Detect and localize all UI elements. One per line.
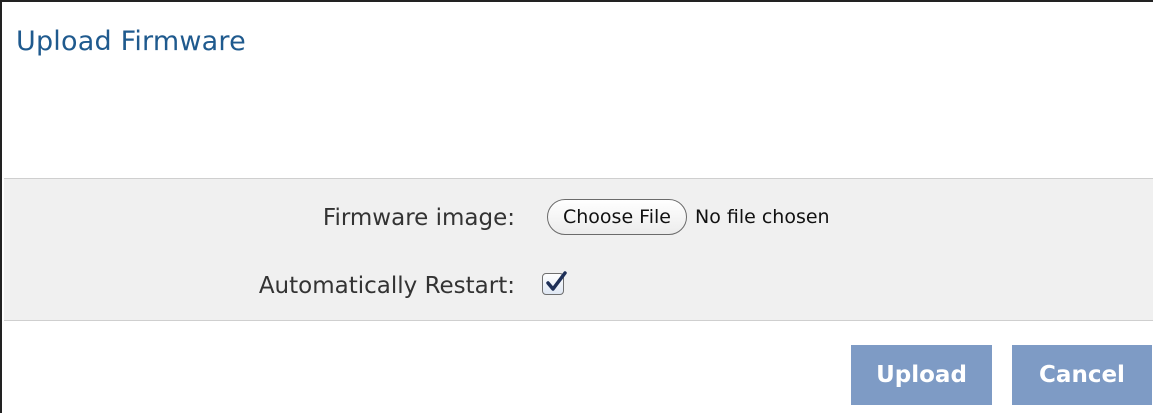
firmware-image-label: Firmware image: <box>322 205 515 231</box>
automatically-restart-checkbox[interactable] <box>542 271 567 295</box>
checkmark-icon <box>546 271 567 291</box>
cancel-button[interactable]: Cancel <box>1012 345 1152 405</box>
upload-button[interactable]: Upload <box>851 345 992 405</box>
firmware-file-picker: Choose File No file chosen <box>547 199 830 235</box>
file-chosen-status: No file chosen <box>694 206 830 228</box>
firmware-form-panel: Firmware image: Choose File No file chos… <box>4 178 1153 321</box>
choose-file-button[interactable]: Choose File <box>547 199 687 235</box>
automatically-restart-label: Automatically Restart: <box>258 273 515 299</box>
upload-firmware-dialog: Upload Firmware Firmware image: Choose F… <box>0 0 1153 413</box>
page-title: Upload Firmware <box>16 26 246 57</box>
